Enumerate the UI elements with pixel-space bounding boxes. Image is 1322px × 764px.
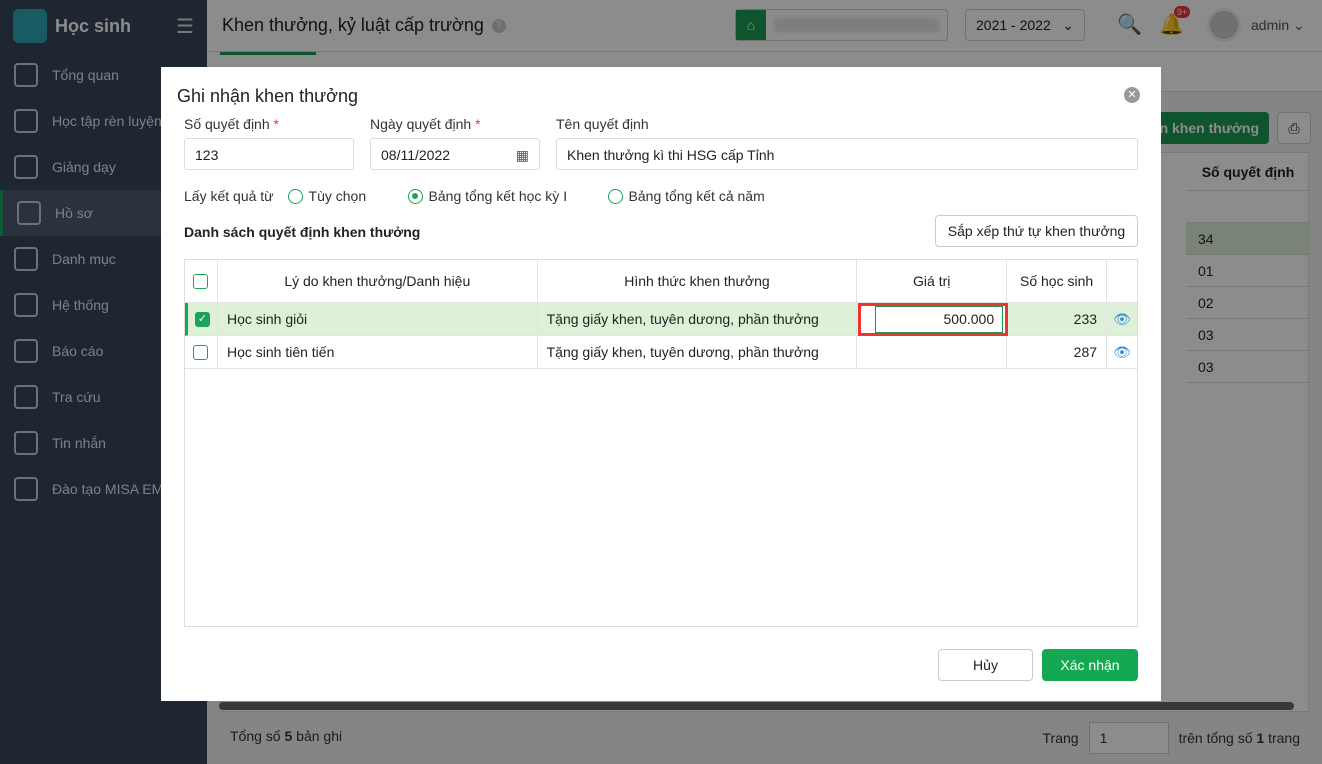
column-header: Giá trị <box>857 260 1008 302</box>
select-all-checkbox[interactable] <box>193 273 209 289</box>
eye-icon[interactable]: 👁 <box>1113 311 1131 328</box>
reward-list-table: Lý do khen thưởng/Danh hiệu Hình thức kh… <box>184 259 1138 627</box>
column-header: Hình thức khen thưởng <box>538 260 858 302</box>
table-header: Lý do khen thưởng/Danh hiệu Hình thức kh… <box>185 260 1137 303</box>
number-label: Số quyết định * <box>184 116 279 132</box>
sort-rewards-button[interactable]: Sắp xếp thứ tự khen thưởng <box>935 215 1138 247</box>
count-cell: 233 <box>1007 303 1108 335</box>
radio-full-year[interactable]: Bảng tổng kết cả năm <box>607 188 765 204</box>
reason-cell: Học sinh giỏi <box>218 303 538 335</box>
value-input[interactable]: 500.000 <box>858 302 1009 336</box>
column-header: Lý do khen thưởng/Danh hiệu <box>218 260 538 302</box>
column-header: Số học sinh <box>1007 260 1108 302</box>
row-checkbox[interactable] <box>193 344 209 360</box>
radio-semester-1[interactable]: Bảng tổng kết học kỳ I <box>407 188 608 204</box>
table-row[interactable]: Học sinh tiên tiến Tặng giấy khen, tuyên… <box>185 336 1137 369</box>
row-checkbox[interactable]: ✓ <box>194 311 210 327</box>
reward-dialog: Ghi nhận khen thưởng ✕ Số quyết định * N… <box>161 67 1161 701</box>
dialog-title: Ghi nhận khen thưởng <box>177 86 358 106</box>
reason-cell: Học sinh tiên tiến <box>218 336 538 368</box>
name-label: Tên quyết định <box>556 116 649 132</box>
form-cell: Tặng giấy khen, tuyên dương, phần thưởng <box>538 303 858 335</box>
decision-name-input[interactable]: Khen thưởng kì thi HSG cấp Tỉnh <box>556 138 1138 170</box>
source-label: Lấy kết quả từ <box>184 188 274 204</box>
decision-number-input[interactable]: 123 <box>184 138 354 170</box>
count-cell: 287 <box>1007 336 1108 368</box>
value-cell[interactable] <box>857 336 1008 368</box>
calendar-icon[interactable]: ▦ <box>516 147 529 164</box>
radio-custom[interactable]: Tùy chọn <box>287 188 408 204</box>
section-title: Danh sách quyết định khen thưởng <box>184 224 421 240</box>
close-icon[interactable]: ✕ <box>1124 87 1140 103</box>
cancel-button[interactable]: Hủy <box>938 649 1033 681</box>
source-radio-group: Lấy kết quả từ Tùy chọn Bảng tổng kết họ… <box>184 188 765 204</box>
decision-date-input[interactable]: 08/11/2022 ▦ <box>370 138 540 170</box>
confirm-button[interactable]: Xác nhận <box>1042 649 1138 681</box>
eye-icon[interactable]: 👁 <box>1113 344 1131 361</box>
form-cell: Tặng giấy khen, tuyên dương, phần thưởng <box>538 336 858 368</box>
date-label: Ngày quyết định * <box>370 116 481 132</box>
table-row[interactable]: ✓ Học sinh giỏi Tặng giấy khen, tuyên dư… <box>185 302 1137 336</box>
